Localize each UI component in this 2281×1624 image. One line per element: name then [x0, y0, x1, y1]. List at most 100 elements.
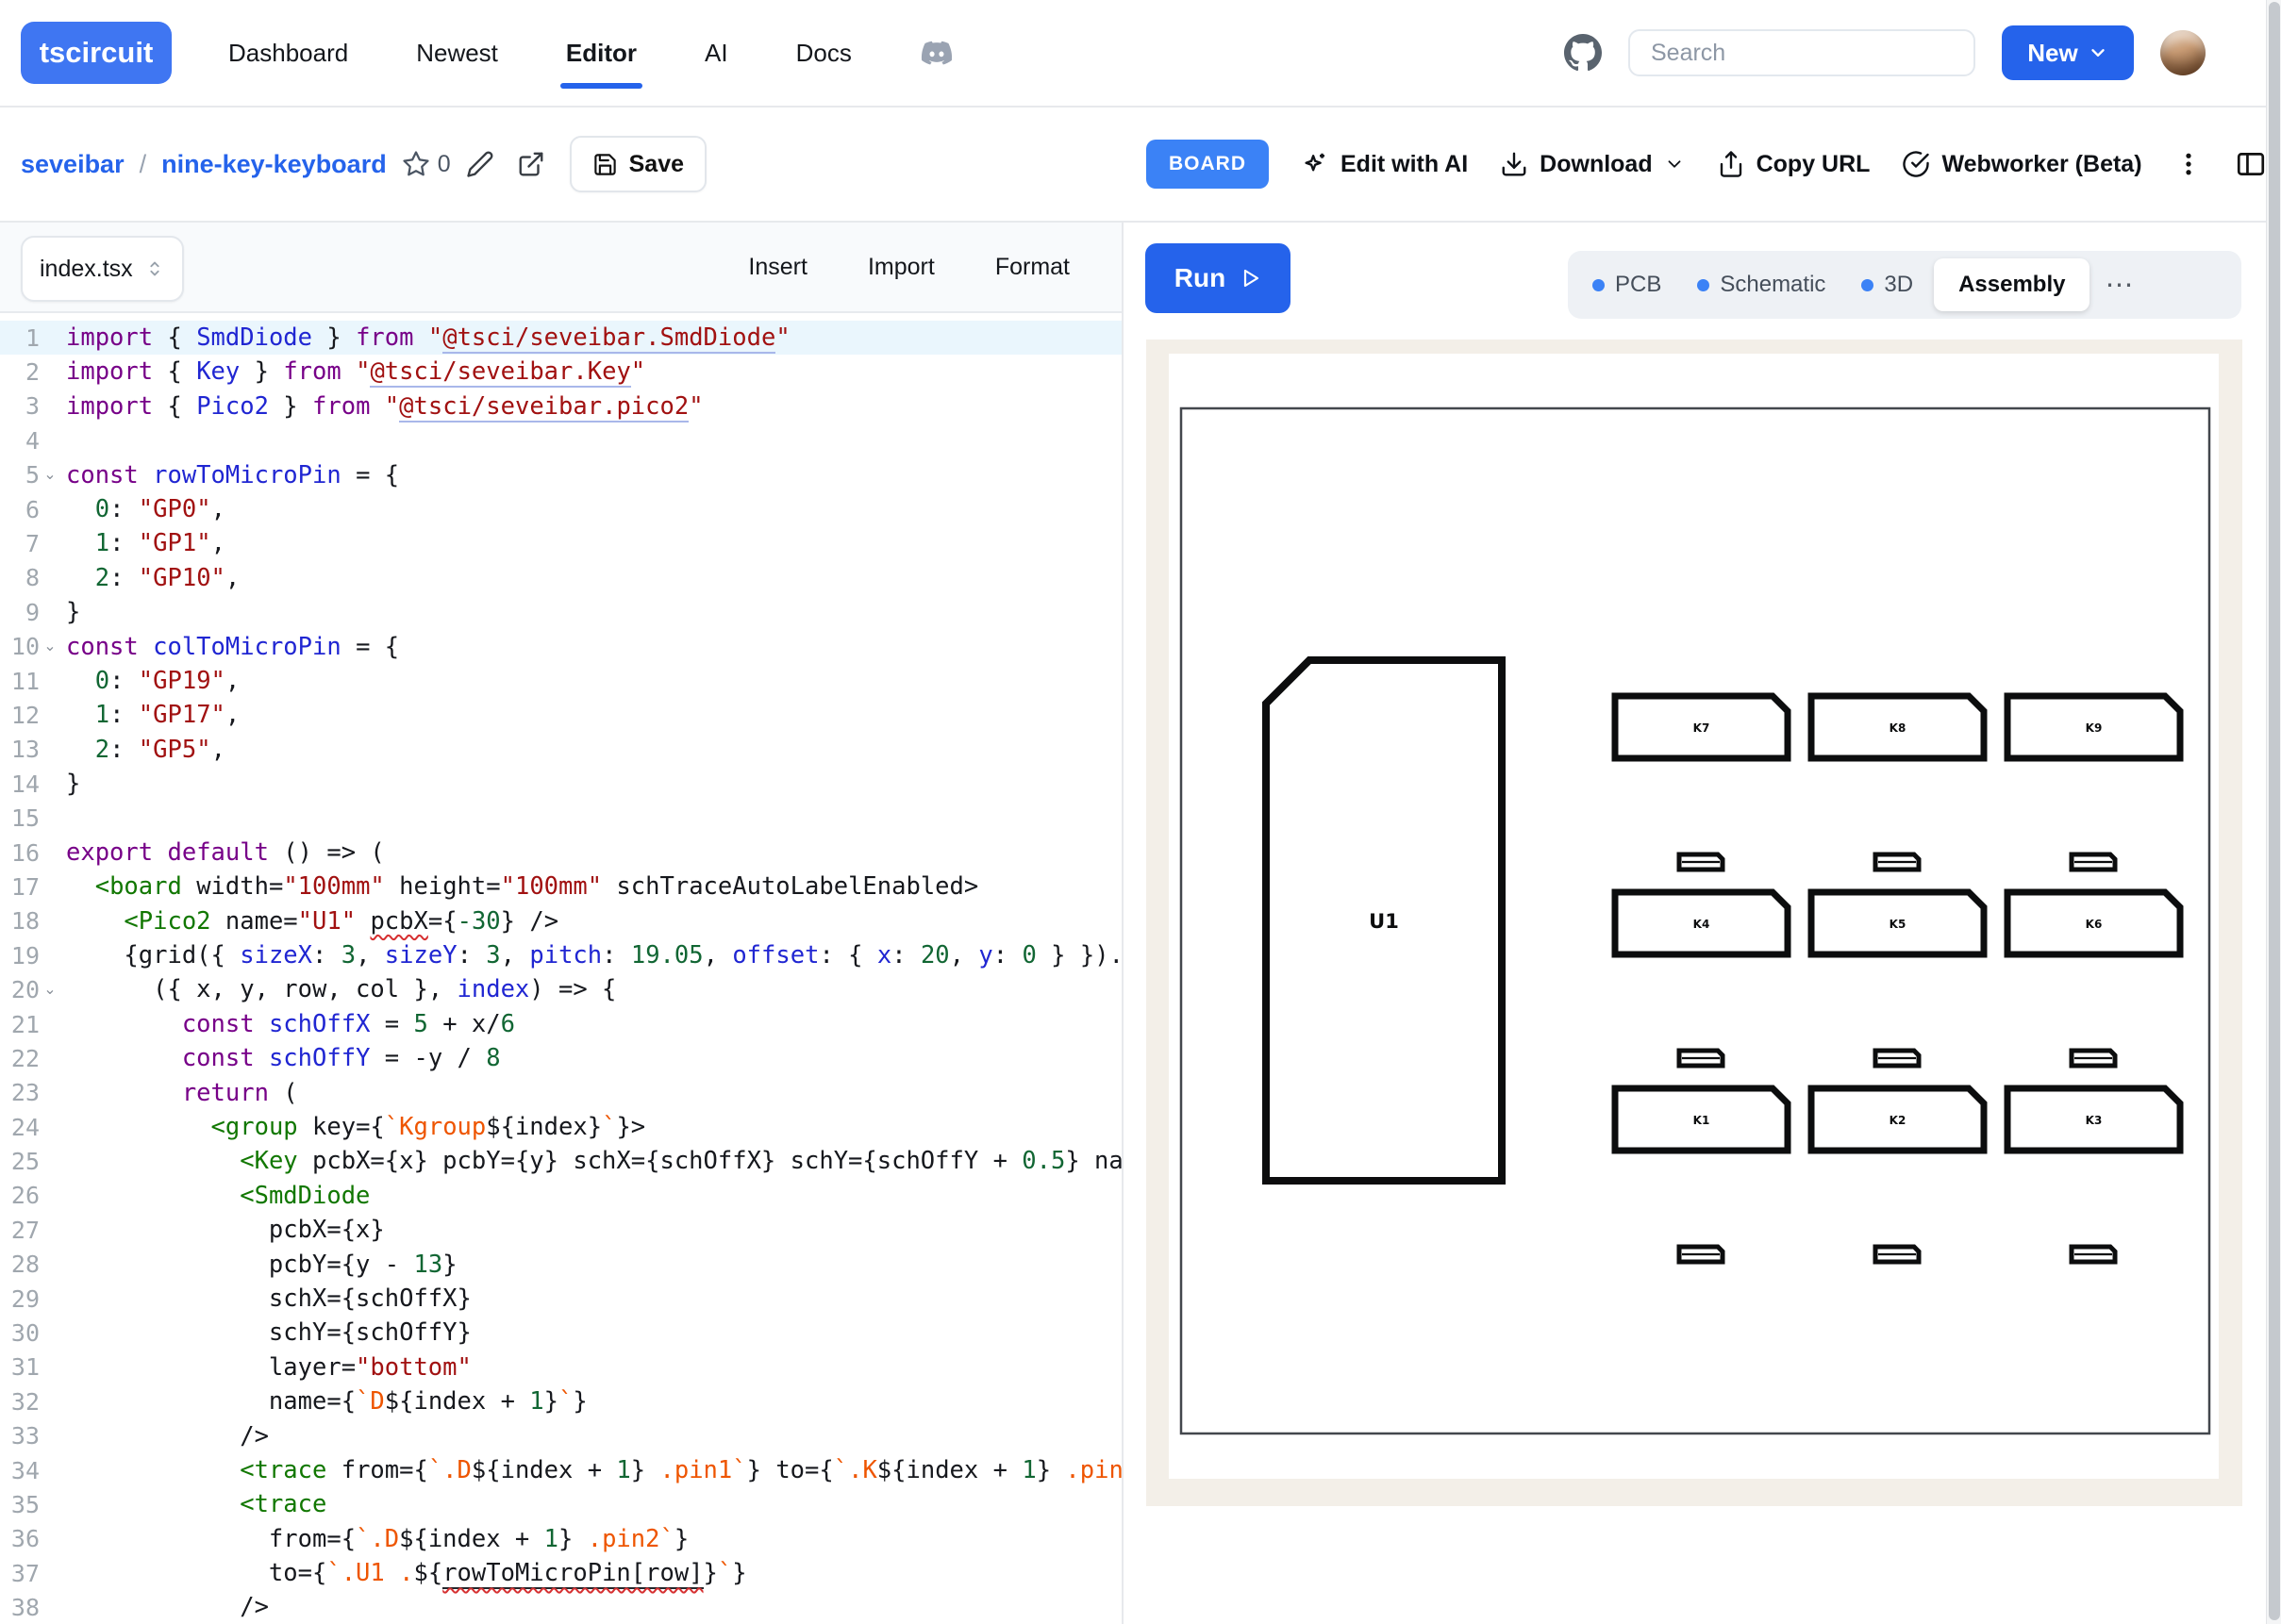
- menu-format[interactable]: Format: [995, 254, 1070, 281]
- code-line[interactable]: 18 <Pico2 name="U1" pcbX={-30} />: [0, 904, 1123, 938]
- nav-item-newest[interactable]: Newest: [416, 39, 498, 68]
- code-line[interactable]: 25 <Key pcbX={x} pcbY={y} schX={schOffX}…: [0, 1144, 1123, 1178]
- page-scrollbar[interactable]: [2266, 0, 2281, 1624]
- code-line[interactable]: 7 1: "GP1",: [0, 526, 1123, 560]
- line-number: 6: [0, 496, 40, 523]
- download-icon: [1500, 150, 1528, 178]
- code-text: <SmdDiode: [62, 1179, 370, 1213]
- open-external-icon[interactable]: [517, 150, 545, 178]
- code-line[interactable]: 27 pcbX={x}: [0, 1213, 1123, 1247]
- github-icon[interactable]: [1564, 34, 1602, 72]
- line-number: 7: [0, 530, 40, 557]
- code-line[interactable]: 17 <board width="100mm" height="100mm" s…: [0, 870, 1123, 903]
- save-button[interactable]: Save: [570, 136, 707, 192]
- nav-right-cluster: New: [1564, 0, 2206, 106]
- code-text: 0: "GP0",: [62, 492, 225, 526]
- code-line[interactable]: 13 2: "GP5",: [0, 733, 1123, 767]
- kebab-menu-icon[interactable]: [2174, 150, 2203, 178]
- tab-assembly[interactable]: Assembly: [1934, 258, 2090, 311]
- download-button[interactable]: Download: [1500, 150, 1684, 178]
- edit-pencil-icon[interactable]: [466, 150, 494, 178]
- fold-toggle-icon[interactable]: ⌄: [40, 468, 60, 483]
- code-line[interactable]: 37 to={`.U1 .${rowToMicroPin[row]}`}: [0, 1556, 1123, 1590]
- code-line[interactable]: 24 <group key={`Kgroup${index}`}>: [0, 1110, 1123, 1144]
- code-line[interactable]: 11 0: "GP19",: [0, 664, 1123, 698]
- code-line[interactable]: 8 2: "GP10",: [0, 561, 1123, 595]
- line-number: 21: [0, 1011, 40, 1038]
- code-line[interactable]: 5⌄const rowToMicroPin = {: [0, 458, 1123, 492]
- code-line[interactable]: 34 <trace from={`.D${index + 1} .pin1`} …: [0, 1453, 1123, 1487]
- breadcrumb: seveibar / nine-key-keyboard 0 Save: [21, 108, 707, 221]
- code-text: <board width="100mm" height="100mm" schT…: [62, 870, 978, 903]
- webworker-toggle[interactable]: Webworker (Beta): [1902, 150, 2141, 178]
- code-line[interactable]: 15: [0, 801, 1123, 835]
- tab-3d[interactable]: 3D: [1846, 258, 1928, 311]
- line-number: 9: [0, 599, 40, 626]
- code-text: 1: "GP17",: [62, 698, 240, 732]
- code-line[interactable]: 31 layer="bottom": [0, 1351, 1123, 1384]
- code-line[interactable]: 38 />: [0, 1590, 1123, 1624]
- new-button-label: New: [2027, 39, 2077, 68]
- code-line[interactable]: 19 {grid({ sizeX: 3, sizeY: 3, pitch: 19…: [0, 938, 1123, 972]
- code-line[interactable]: 16export default () => (: [0, 836, 1123, 870]
- code-line[interactable]: 4: [0, 423, 1123, 457]
- board-badge[interactable]: BOARD: [1146, 140, 1269, 189]
- code-line[interactable]: 9}: [0, 595, 1123, 629]
- breadcrumb-project-link[interactable]: nine-key-keyboard: [161, 150, 387, 179]
- code-line[interactable]: 29 schX={schOffX}: [0, 1282, 1123, 1316]
- menu-insert[interactable]: Insert: [748, 254, 808, 281]
- user-avatar[interactable]: [2160, 30, 2206, 75]
- code-line[interactable]: 21 const schOffX = 5 + x/6: [0, 1007, 1123, 1041]
- code-line[interactable]: 6 0: "GP0",: [0, 492, 1123, 526]
- run-button[interactable]: Run: [1145, 243, 1290, 313]
- edit-with-ai-button[interactable]: Edit with AI: [1301, 150, 1468, 178]
- code-line[interactable]: 30 schY={schOffY}: [0, 1316, 1123, 1350]
- line-number: 28: [0, 1251, 40, 1278]
- code-text: 0: "GP19",: [62, 664, 240, 698]
- code-line[interactable]: 23 return (: [0, 1076, 1123, 1110]
- tab-schematic[interactable]: Schematic: [1682, 258, 1840, 311]
- new-button[interactable]: New: [2002, 25, 2134, 80]
- code-line[interactable]: 22 const schOffY = -y / 8: [0, 1041, 1123, 1075]
- code-line[interactable]: 35 <trace: [0, 1487, 1123, 1521]
- code-line[interactable]: 28 pcbY={y - 13}: [0, 1248, 1123, 1282]
- copy-url-button[interactable]: Copy URL: [1717, 150, 1871, 178]
- code-text: to={`.U1 .${rowToMicroPin[row]}`}: [62, 1556, 747, 1590]
- tab-pcb[interactable]: PCB: [1577, 258, 1676, 311]
- breadcrumb-owner-link[interactable]: seveibar: [21, 150, 125, 179]
- nav-item-dashboard[interactable]: Dashboard: [228, 39, 348, 68]
- line-number: 22: [0, 1045, 40, 1072]
- code-line[interactable]: 12 1: "GP17",: [0, 698, 1123, 732]
- fold-toggle-icon[interactable]: ⌄: [40, 983, 60, 998]
- discord-icon[interactable]: [920, 36, 954, 70]
- code-editor[interactable]: 1import { SmdDiode } from "@tsci/seveiba…: [0, 313, 1123, 1624]
- code-line[interactable]: 2import { Key } from "@tsci/seveibar.Key…: [0, 355, 1123, 389]
- tabs-more-icon[interactable]: ⋯: [2095, 269, 2144, 302]
- code-line[interactable]: 14}: [0, 767, 1123, 801]
- nav-item-ai[interactable]: AI: [705, 39, 728, 68]
- code-line[interactable]: 33 />: [0, 1419, 1123, 1453]
- fold-toggle-icon[interactable]: ⌄: [40, 639, 60, 655]
- search-input[interactable]: [1630, 31, 2015, 75]
- file-selector[interactable]: index.tsx: [21, 236, 184, 302]
- code-line[interactable]: 10⌄const colToMicroPin = {: [0, 630, 1123, 664]
- code-line[interactable]: 32 name={`D${index + 1}`}: [0, 1384, 1123, 1418]
- line-number: 19: [0, 942, 40, 969]
- nav-item-editor[interactable]: Editor: [566, 39, 637, 68]
- code-line[interactable]: 26 <SmdDiode: [0, 1179, 1123, 1213]
- code-line[interactable]: 3import { Pico2 } from "@tsci/seveibar.p…: [0, 389, 1123, 423]
- assembly-canvas[interactable]: U1K7K8K9K4K5K6K1K2K3: [1169, 354, 2219, 1479]
- line-number: 1: [0, 324, 40, 352]
- code-text: pcbX={x}: [62, 1213, 385, 1247]
- star-icon[interactable]: [402, 150, 430, 178]
- scrollbar-thumb[interactable]: [2269, 2, 2280, 1620]
- code-line[interactable]: 20⌄ ({ x, y, row, col }, index) => {: [0, 972, 1123, 1006]
- line-number: 3: [0, 392, 40, 420]
- line-number: 18: [0, 907, 40, 935]
- nav-item-docs[interactable]: Docs: [796, 39, 852, 68]
- panel-toggle-icon[interactable]: [2235, 148, 2267, 180]
- menu-import[interactable]: Import: [868, 254, 935, 281]
- tscircuit-logo[interactable]: tscircuit: [21, 22, 172, 84]
- code-line[interactable]: 1import { SmdDiode } from "@tsci/seveiba…: [0, 321, 1123, 355]
- code-line[interactable]: 36 from={`.D${index + 1} .pin2`}: [0, 1522, 1123, 1556]
